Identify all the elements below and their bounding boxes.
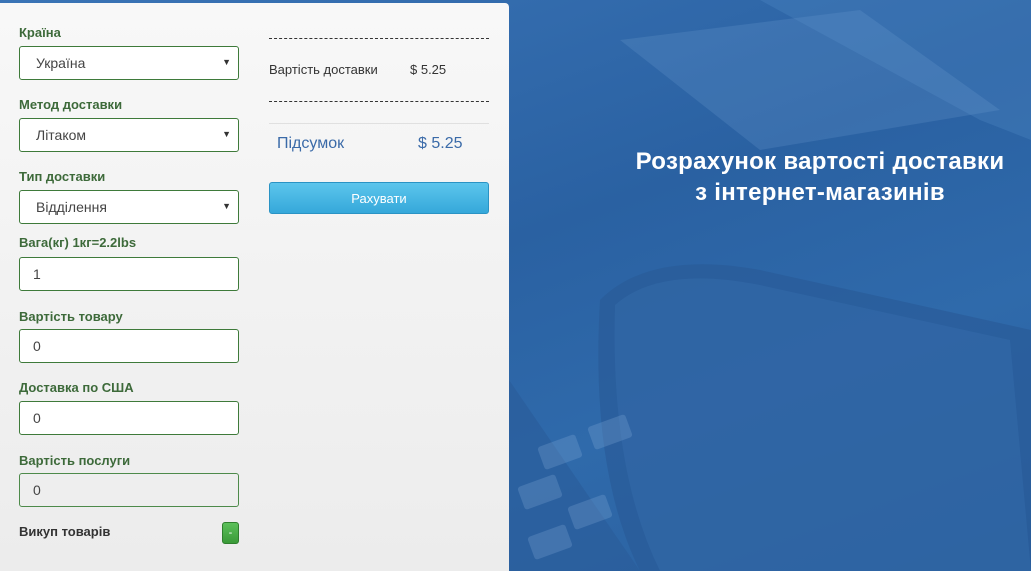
type-value: Відділення xyxy=(36,199,107,215)
weight-value: 1 xyxy=(33,266,41,282)
service-cost-value: 0 xyxy=(33,482,41,498)
divider xyxy=(269,38,489,39)
usa-delivery-value: 0 xyxy=(33,410,41,426)
hero-line-2: з інтернет-магазинів xyxy=(695,179,945,206)
divider xyxy=(269,123,489,124)
caret-down-icon: ▼ xyxy=(222,201,231,211)
method-value: Літаком xyxy=(36,127,87,143)
delivery-cost-label: Вартість доставки xyxy=(269,62,378,77)
usa-delivery-input[interactable]: 0 xyxy=(19,401,239,435)
service-cost-label: Вартість послуги xyxy=(19,453,131,468)
goods-cost-input[interactable]: 0 xyxy=(19,329,239,363)
country-value: Україна xyxy=(36,55,86,71)
weight-input[interactable]: 1 xyxy=(19,257,239,291)
total-label: Підсумок xyxy=(277,135,345,152)
hero-headline: Розрахунок вартості доставки з інтернет-… xyxy=(600,146,1031,208)
weight-label: Вага(кг) 1кг=2.2lbs xyxy=(19,235,137,250)
method-select[interactable]: Літаком ▼ xyxy=(19,118,239,152)
caret-down-icon: ▼ xyxy=(222,57,231,67)
buyout-toggle-button[interactable]: - xyxy=(222,522,239,544)
calculator-panel: Країна Україна ▼ Метод доставки Літаком … xyxy=(0,3,509,571)
delivery-cost-value: $ 5.25 xyxy=(410,62,447,77)
usa-delivery-label: Доставка по США xyxy=(19,380,134,395)
total-value: $ 5.25 xyxy=(418,135,463,152)
country-select[interactable]: Україна ▼ xyxy=(19,46,239,80)
method-label: Метод доставки xyxy=(19,97,123,112)
caret-down-icon: ▼ xyxy=(222,129,231,139)
country-label: Країна xyxy=(19,25,61,40)
calculate-button[interactable]: Рахувати xyxy=(269,182,489,214)
type-select[interactable]: Відділення ▼ xyxy=(19,190,239,224)
service-cost-input: 0 xyxy=(19,473,239,507)
goods-cost-label: Вартість товару xyxy=(19,309,123,324)
type-label: Тип доставки xyxy=(19,169,106,184)
goods-cost-value: 0 xyxy=(33,338,41,354)
hero-line-1: Розрахунок вартості доставки xyxy=(635,148,1005,175)
divider xyxy=(269,101,489,102)
buyout-label: Викуп товарів xyxy=(19,524,111,539)
